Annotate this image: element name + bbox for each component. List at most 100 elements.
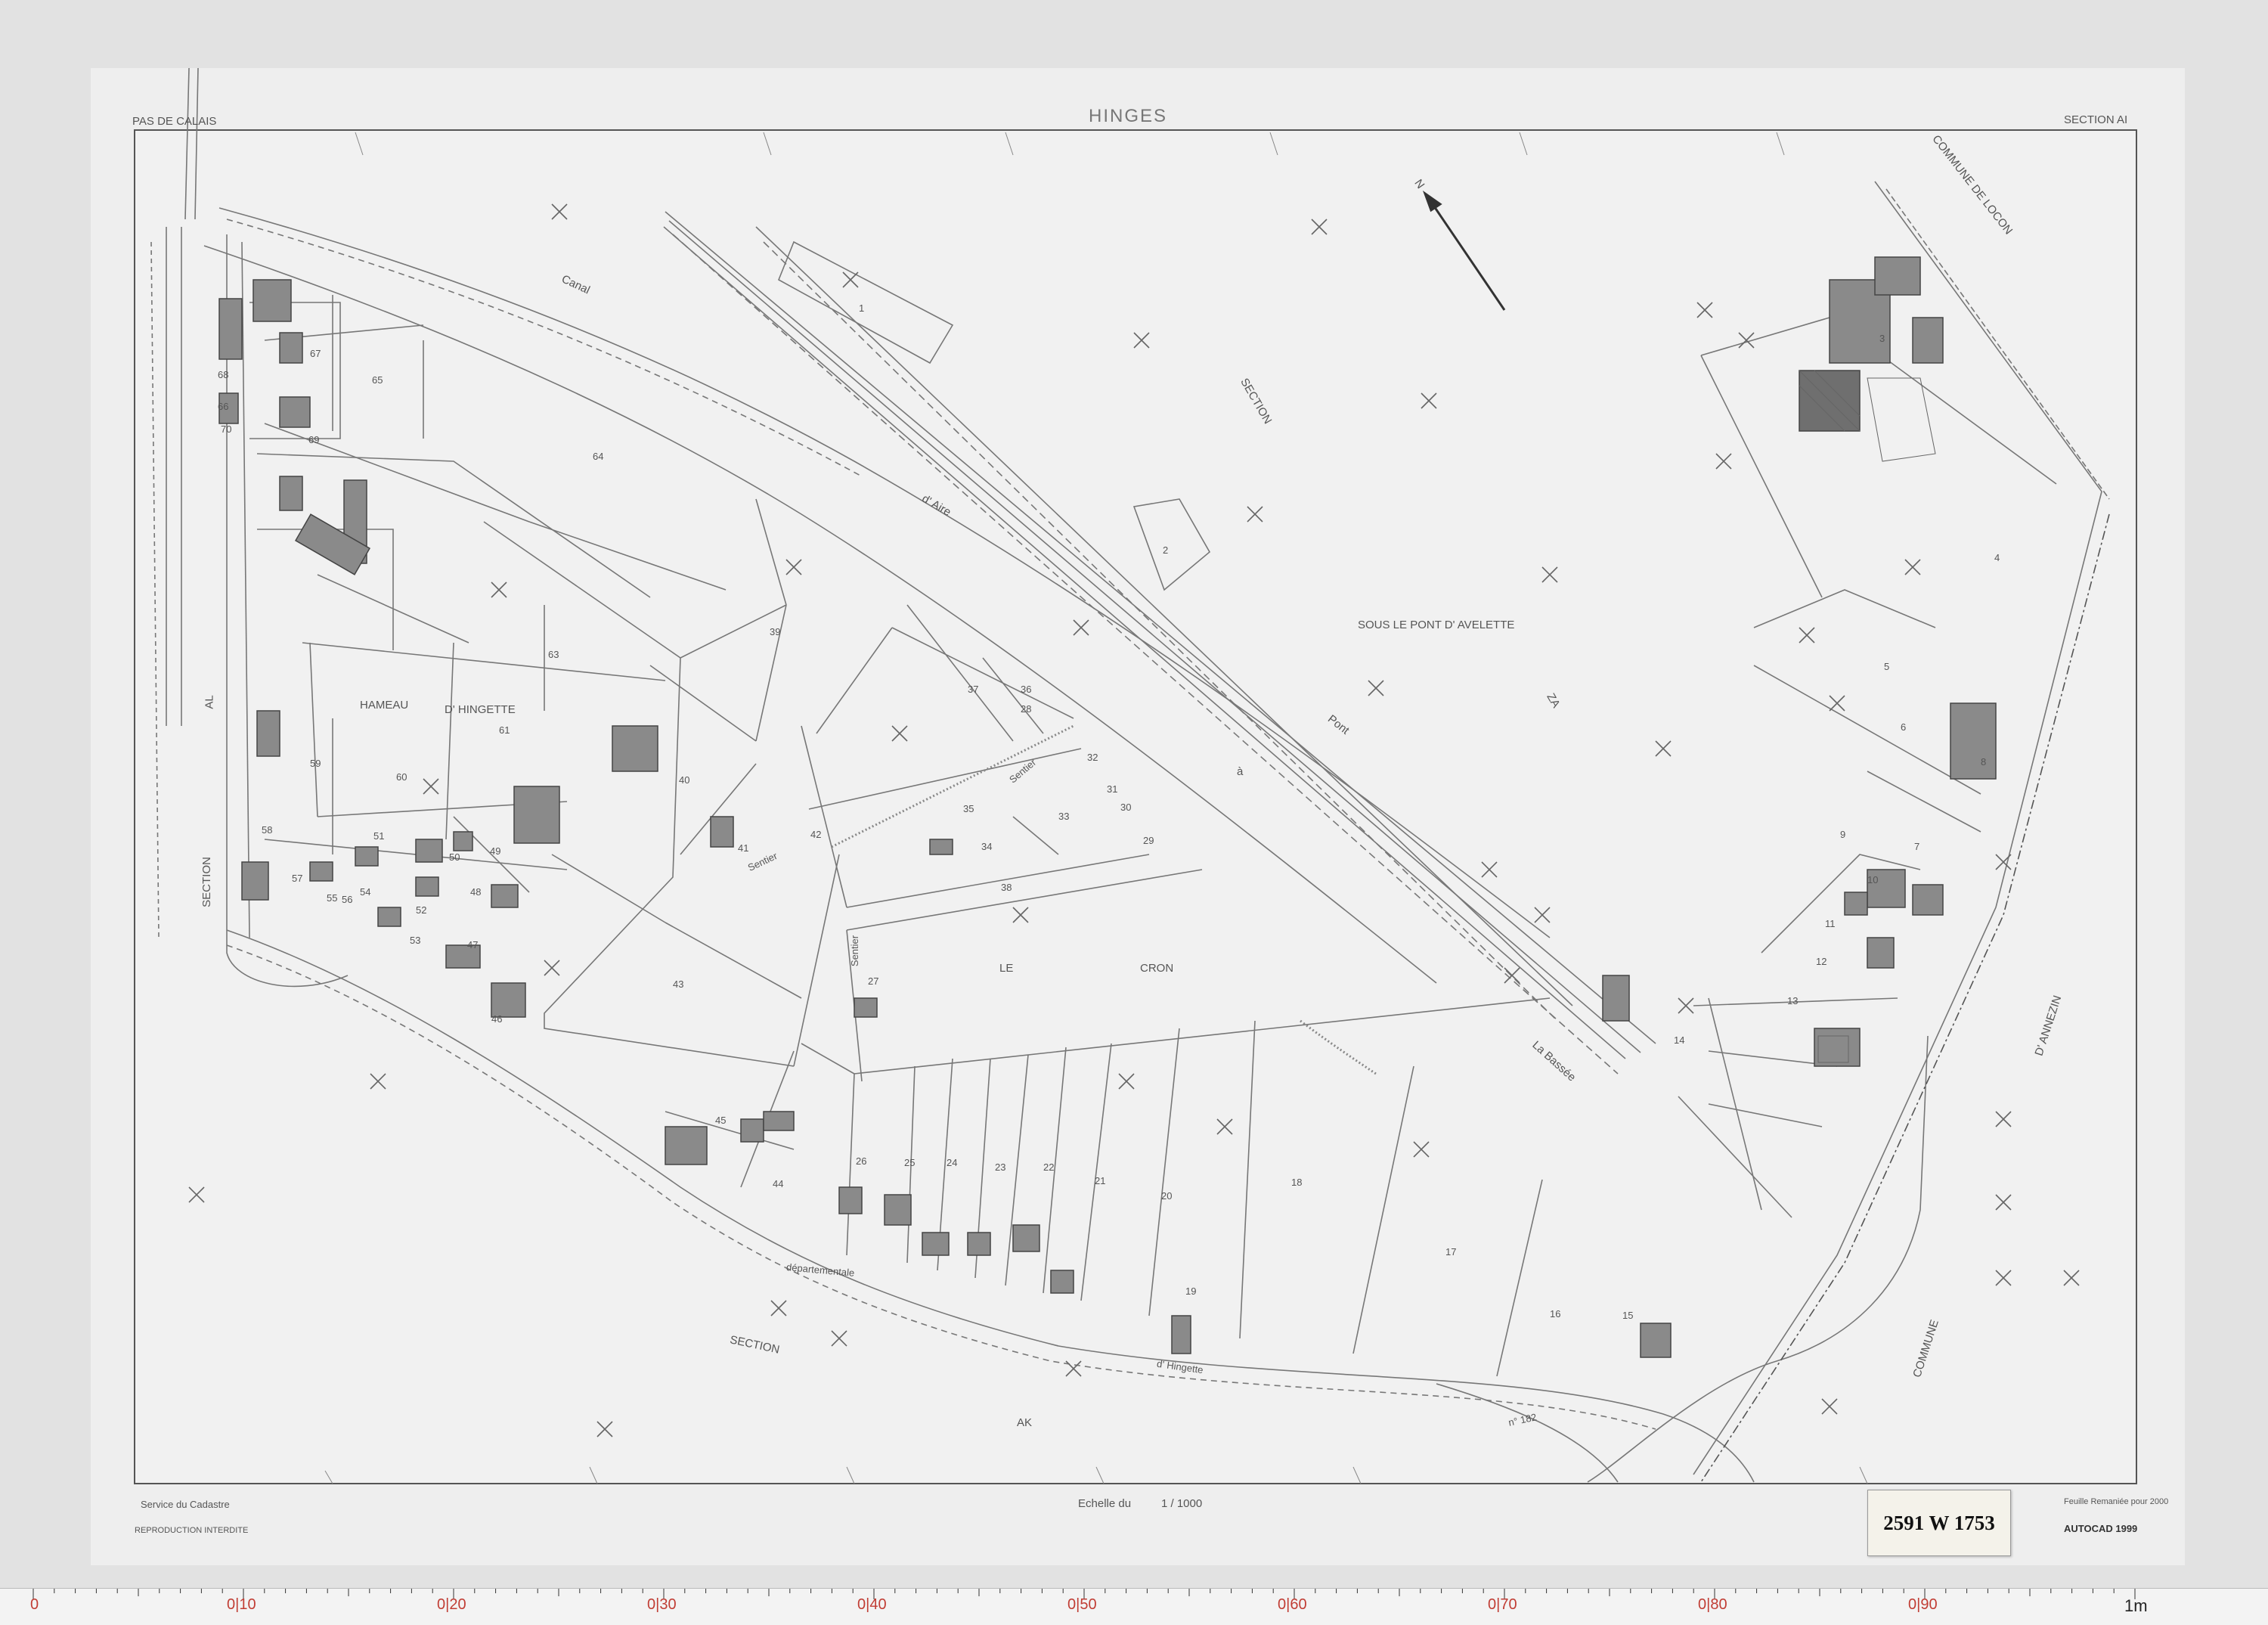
building <box>415 876 439 897</box>
parcel-number: 22 <box>1043 1161 1055 1173</box>
parcel-number: 19 <box>1185 1285 1197 1297</box>
building <box>1814 1028 1861 1067</box>
ruler-label: 0|60 <box>1278 1596 1307 1613</box>
parcel-number: 68 <box>218 369 229 380</box>
parcel-number: 21 <box>1095 1175 1106 1186</box>
parcel-number: 61 <box>499 724 510 736</box>
building <box>854 997 878 1018</box>
parcel-number: 34 <box>981 841 993 852</box>
building <box>1640 1323 1672 1358</box>
ruler-unit: 1m <box>2124 1596 2148 1615</box>
building <box>279 332 303 364</box>
parcel-number: 2 <box>1163 544 1169 556</box>
measuring-ruler: 0 0|10 0|20 0|30 0|40 0|50 0|60 0|70 0|8… <box>0 1588 2268 1625</box>
parcel-number: 1 <box>859 302 865 314</box>
parcel-number: 57 <box>292 873 303 884</box>
parcel-number: 40 <box>679 774 690 786</box>
building <box>1874 256 1921 296</box>
label-lieu-dit-pont-avelette: SOUS LE PONT D' AVELETTE <box>1358 619 1515 631</box>
footer-scale-prefix: Echelle du <box>1078 1497 1132 1510</box>
ruler-label: 0|20 <box>437 1596 466 1613</box>
parcel-number: 15 <box>1622 1310 1634 1321</box>
label-section-al: SECTION <box>200 857 213 907</box>
building <box>1050 1270 1074 1294</box>
building <box>612 725 658 772</box>
parcel-number: 24 <box>947 1157 958 1168</box>
building <box>415 839 443 863</box>
parcel-number: 11 <box>1825 918 1836 929</box>
archive-reference: 2591 W 1753 <box>1883 1512 1995 1534</box>
parcel-number: 3 <box>1879 333 1885 344</box>
parcel-number: 66 <box>218 401 229 412</box>
parcel-number: 69 <box>308 434 320 445</box>
ruler-label: 0|80 <box>1698 1596 1727 1613</box>
cadastral-map-sheet: PAS DE CALAIS HINGES SECTION AI Canal d'… <box>0 0 2268 1625</box>
building <box>929 839 953 855</box>
building <box>967 1232 991 1256</box>
department-label: PAS DE CALAIS <box>132 115 217 128</box>
parcel-number: 51 <box>373 830 385 842</box>
building <box>884 1194 912 1226</box>
building <box>309 861 333 882</box>
parcel-number: 33 <box>1058 811 1070 822</box>
building <box>1844 892 1868 916</box>
label-al: AL <box>203 695 216 709</box>
building <box>279 396 311 428</box>
section-label: SECTION AI <box>2064 113 2128 126</box>
parcel-number: 54 <box>360 886 371 898</box>
parcel-number: 65 <box>372 374 383 386</box>
parcel-number: 4 <box>1994 552 2000 563</box>
parcel-number: 42 <box>810 829 822 840</box>
parcel-number: 16 <box>1550 1308 1561 1320</box>
parcel-number: 12 <box>1816 956 1827 967</box>
parcel-number: 9 <box>1840 829 1846 840</box>
building <box>665 1126 708 1165</box>
parcel-number: 13 <box>1787 995 1799 1006</box>
building <box>1171 1315 1191 1354</box>
parcel-number: 25 <box>904 1157 916 1168</box>
building <box>377 907 401 927</box>
building <box>1012 1224 1040 1252</box>
parcel-number: 35 <box>963 803 974 814</box>
building <box>491 982 526 1018</box>
parcel-number: 14 <box>1674 1034 1685 1046</box>
building <box>1602 975 1630 1022</box>
archive-reference-tag: 2591 W 1753 <box>1867 1490 2011 1556</box>
ruler-label: 0|90 <box>1908 1596 1938 1613</box>
footer-scale-value: 1 / 1000 <box>1161 1497 1203 1510</box>
building <box>1867 937 1895 969</box>
label-cron: CRON <box>1140 962 1174 975</box>
parcel-number: 31 <box>1107 783 1118 795</box>
building <box>513 786 560 844</box>
parcel-number: 50 <box>449 851 460 863</box>
building <box>241 861 269 901</box>
parcel-number: 60 <box>396 771 407 783</box>
ruler-label: 0|10 <box>227 1596 256 1613</box>
building <box>453 831 473 851</box>
parcel-number: 23 <box>995 1161 1006 1173</box>
parcel-number: 30 <box>1120 802 1132 813</box>
parcel-number: 53 <box>410 935 421 946</box>
label-ak: AK <box>1017 1416 1033 1429</box>
parcel-number: 39 <box>770 626 781 637</box>
parcel-number: 27 <box>868 975 879 987</box>
map-drawing <box>0 0 2268 1588</box>
parcel-number: 45 <box>715 1115 727 1126</box>
parcel-number: 55 <box>327 892 338 904</box>
ruler-label: 0|70 <box>1488 1596 1517 1613</box>
label-le: LE <box>999 962 1014 975</box>
building <box>218 298 243 360</box>
parcel-number: 37 <box>968 684 979 695</box>
parcel-number: 43 <box>673 978 684 990</box>
parcel-number: 44 <box>773 1178 784 1189</box>
parcel-number: 46 <box>491 1013 503 1025</box>
label-hameau: HAMEAU <box>360 699 409 712</box>
building <box>710 816 734 848</box>
building <box>256 710 280 757</box>
parcel-number: 41 <box>738 842 749 854</box>
building <box>838 1186 863 1214</box>
parcel-number: 56 <box>342 894 353 905</box>
parcel-number: 49 <box>490 845 501 857</box>
ruler-label: 0 <box>30 1596 39 1613</box>
parcel-number: 63 <box>548 649 559 660</box>
